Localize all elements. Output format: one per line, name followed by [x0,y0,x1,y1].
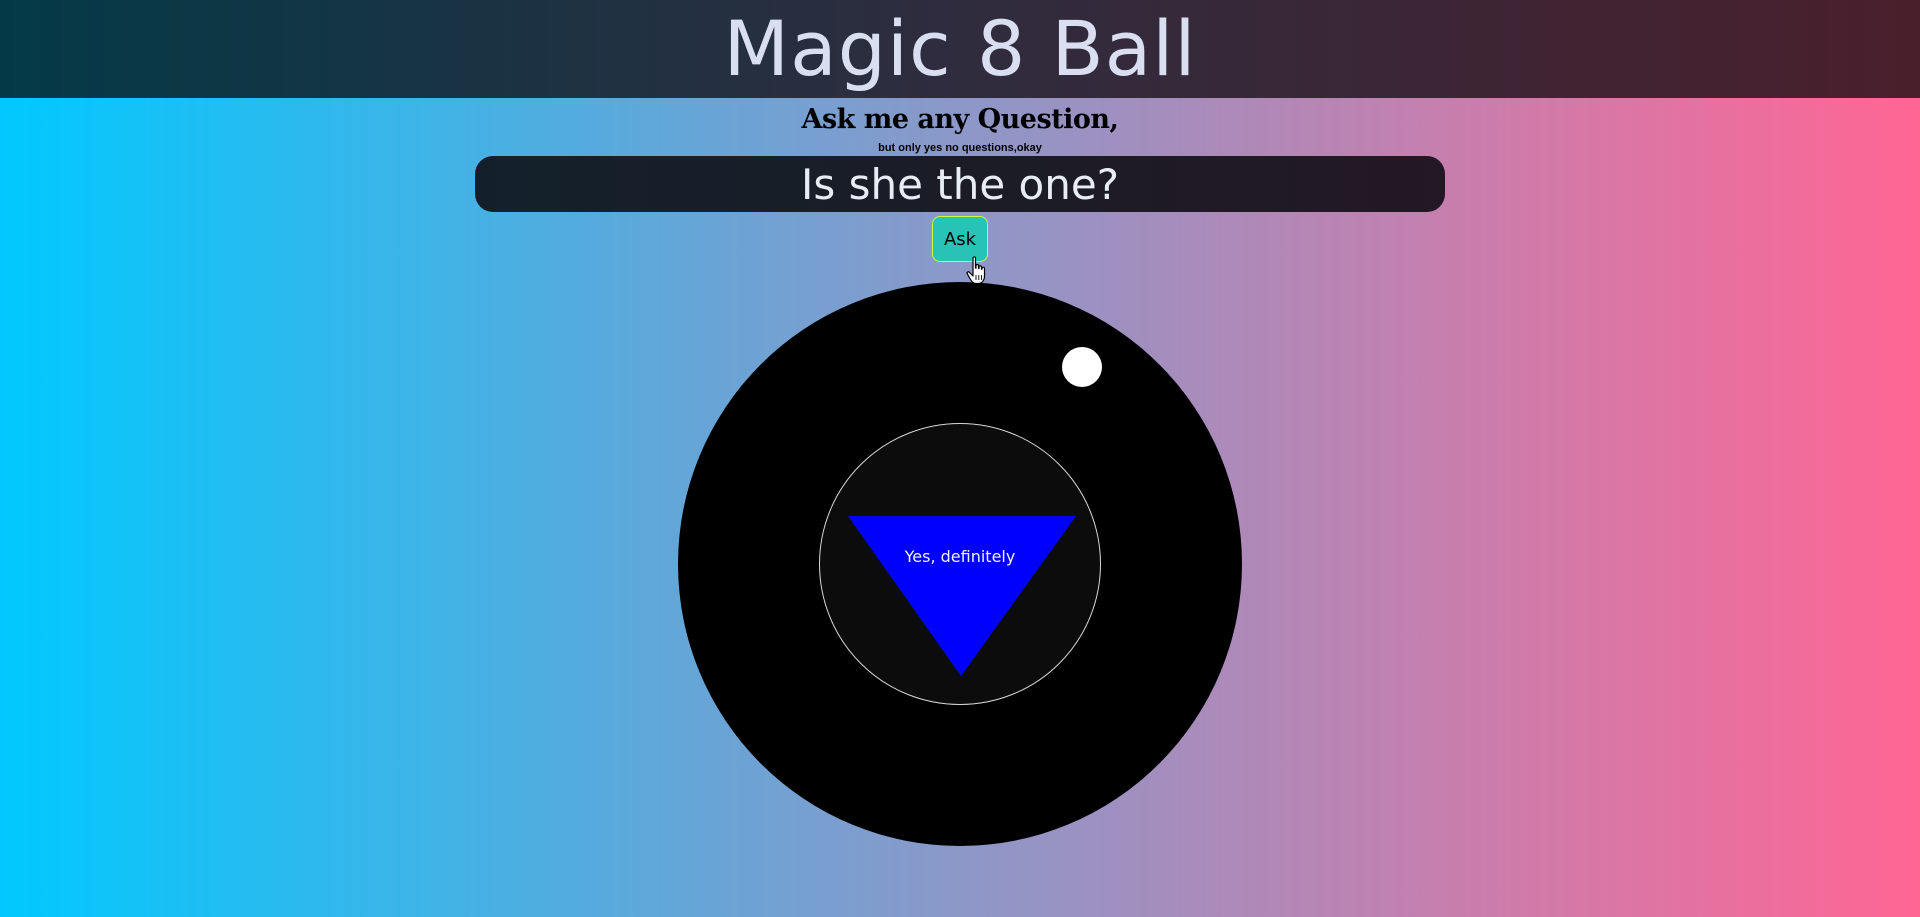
page-header: Magic 8 Ball [0,0,1920,98]
answer-text: Yes, definitely [904,547,1016,566]
question-input[interactable] [475,156,1445,212]
answer-triangle [848,516,1076,676]
prompt-heading: Ask me any Question, [801,104,1119,135]
prompt-note: but only yes no questions,okay [878,142,1042,154]
page-title: Magic 8 Ball [723,4,1197,93]
ball-highlight [1062,347,1102,387]
hand-pointer-icon [966,256,986,285]
